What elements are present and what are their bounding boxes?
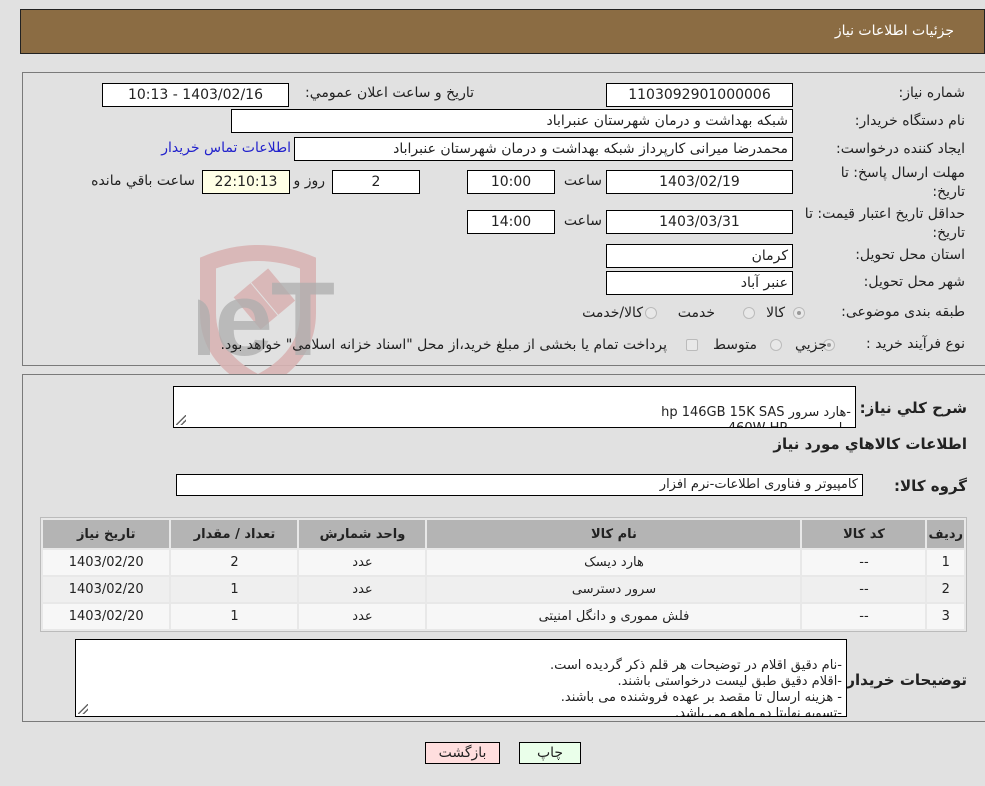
col-header-code: کد کالا bbox=[802, 520, 926, 548]
back-button[interactable]: بازگشت bbox=[425, 742, 500, 764]
buyer-contact-link[interactable]: اطلاعات تماس خریدار bbox=[161, 140, 291, 156]
col-header-quantity: تعداد / مقدار bbox=[171, 520, 298, 548]
validity-date-field: 1403/03/31 bbox=[606, 210, 793, 234]
cell-quantity: 2 bbox=[171, 550, 298, 575]
goods-group-label: گروه کالا: bbox=[894, 477, 967, 495]
process-option-medium: متوسط bbox=[713, 337, 757, 353]
creator-label: ایجاد کننده درخواست: bbox=[836, 141, 965, 157]
cell-code: -- bbox=[802, 604, 926, 629]
validity-time-label: ساعت bbox=[563, 213, 602, 229]
need-details-panel: AriaTender.neT شماره نیاز: 1103092901000… bbox=[22, 72, 985, 383]
shield-icon bbox=[200, 245, 316, 383]
validity-label-date: تاریخ: bbox=[932, 225, 965, 241]
city-label: شهر محل تحویل: bbox=[863, 274, 965, 290]
watermark-text: AriaTender.neT bbox=[198, 261, 335, 378]
cell-row-number: 2 bbox=[927, 577, 964, 602]
validity-label: حداقل تاریخ اعتبار قیمت: تا bbox=[804, 206, 965, 222]
col-header-unit: واحد شمارش bbox=[299, 520, 426, 548]
category-option-goods-service: کالا/خدمت bbox=[582, 305, 643, 321]
table-row: 2 -- سرور دسترسی عدد 1 1403/02/20 bbox=[43, 577, 964, 602]
deadline-time-label: ساعت bbox=[563, 173, 602, 189]
needs-panel: شرح کلي نياز: -هارد سرور hp 146GB 15K SA… bbox=[22, 374, 985, 722]
days-remaining-field: 2 bbox=[332, 170, 420, 194]
process-label: نوع فرآیند خرید : bbox=[866, 336, 965, 352]
summary-label: شرح کلي نياز: bbox=[859, 399, 967, 417]
category-radio-goods-service[interactable] bbox=[645, 307, 657, 319]
cell-date: 1403/02/20 bbox=[43, 604, 170, 629]
cell-unit: عدد bbox=[299, 604, 426, 629]
validity-time-field: 14:00 bbox=[467, 210, 555, 234]
cell-row-number: 3 bbox=[927, 604, 964, 629]
payment-note: پرداخت تمام یا بخشی از مبلغ خرید،از محل … bbox=[220, 337, 667, 353]
summary-text: -هارد سرور hp 146GB 15K SAS -پاور سرور 4… bbox=[661, 405, 851, 427]
province-field: کرمان bbox=[606, 244, 793, 268]
deadline-label: مهلت ارسال پاسخ: تا bbox=[840, 165, 965, 181]
deadline-time-field: 10:00 bbox=[467, 170, 555, 194]
page-title: جزئیات اطلاعات نیاز bbox=[834, 23, 954, 39]
creator-field: محمدرضا میرانی کارپرداز شبکه بهداشت و در… bbox=[294, 137, 793, 161]
cell-date: 1403/02/20 bbox=[43, 550, 170, 575]
resize-grip-icon[interactable] bbox=[176, 415, 186, 425]
goods-table: ردیف کد کالا نام کالا واحد شمارش تعداد /… bbox=[40, 517, 967, 632]
cell-quantity: 1 bbox=[171, 604, 298, 629]
cell-date: 1403/02/20 bbox=[43, 577, 170, 602]
cell-quantity: 1 bbox=[171, 577, 298, 602]
time-remaining-label: ساعت باقي مانده bbox=[91, 173, 195, 189]
time-remaining-field: 22:10:13 bbox=[202, 170, 290, 194]
gavel-icon bbox=[233, 283, 278, 330]
announce-datetime-field: 1403/02/16 - 10:13 bbox=[102, 83, 289, 107]
cell-unit: عدد bbox=[299, 550, 426, 575]
goods-group-field: کامپیوتر و فناوری اطلاعات-نرم افزار bbox=[176, 474, 863, 496]
buyer-notes-label: توضیحات خریدار: bbox=[840, 671, 967, 689]
deadline-label-date: تاریخ: bbox=[932, 184, 965, 200]
announce-label: تاريخ و ساعت اعلان عمومي: bbox=[305, 85, 474, 101]
days-and-label: روز و bbox=[293, 173, 326, 189]
table-row: 3 -- فلش مموری و دانگل امنیتی عدد 1 1403… bbox=[43, 604, 964, 629]
category-option-service: خدمت bbox=[677, 305, 715, 321]
cell-row-number: 1 bbox=[927, 550, 964, 575]
process-radio-medium[interactable] bbox=[770, 339, 782, 351]
cell-unit: عدد bbox=[299, 577, 426, 602]
category-radio-service[interactable] bbox=[743, 307, 755, 319]
category-option-goods: کالا bbox=[766, 305, 785, 321]
resize-grip-icon[interactable] bbox=[78, 704, 88, 714]
cell-name: سرور دسترسی bbox=[427, 577, 801, 602]
buyer-notes-text: -نام دقیق اقلام در توضیحات هر قلم ذکر گر… bbox=[549, 658, 842, 717]
need-number-field: 1103092901000006 bbox=[606, 83, 793, 107]
process-option-minor: جزيي bbox=[795, 337, 827, 353]
need-number-label: شماره نیاز: bbox=[898, 85, 966, 101]
table-header-row: ردیف کد کالا نام کالا واحد شمارش تعداد /… bbox=[43, 520, 964, 548]
goods-heading: اطلاعات کالاهاي مورد نياز bbox=[773, 435, 967, 453]
city-field: عنبر آباد bbox=[606, 271, 793, 295]
page-header: جزئیات اطلاعات نیاز bbox=[20, 9, 985, 54]
table-row: 1 -- هارد دیسک عدد 2 1403/02/20 bbox=[43, 550, 964, 575]
print-button[interactable]: چاپ bbox=[519, 742, 581, 764]
col-header-name: نام کالا bbox=[427, 520, 801, 548]
payment-checkbox[interactable] bbox=[686, 339, 698, 351]
buyer-notes-textarea[interactable]: -نام دقیق اقلام در توضیحات هر قلم ذکر گر… bbox=[75, 639, 847, 717]
category-radio-goods[interactable] bbox=[793, 307, 805, 319]
cell-code: -- bbox=[802, 550, 926, 575]
col-header-date: تاریخ نیاز bbox=[43, 520, 170, 548]
cell-code: -- bbox=[802, 577, 926, 602]
cell-name: هارد دیسک bbox=[427, 550, 801, 575]
deadline-date-field: 1403/02/19 bbox=[606, 170, 793, 194]
cell-name: فلش مموری و دانگل امنیتی bbox=[427, 604, 801, 629]
category-label: طبقه بندی موضوعی: bbox=[841, 304, 965, 320]
buyer-org-field: شبکه بهداشت و درمان شهرستان عنبراباد bbox=[231, 109, 793, 133]
summary-textarea[interactable]: -هارد سرور hp 146GB 15K SAS -پاور سرور 4… bbox=[173, 386, 856, 428]
col-header-row-number: ردیف bbox=[927, 520, 964, 548]
buyer-org-label: نام دستگاه خریدار: bbox=[854, 113, 965, 129]
province-label: استان محل تحویل: bbox=[855, 247, 965, 263]
